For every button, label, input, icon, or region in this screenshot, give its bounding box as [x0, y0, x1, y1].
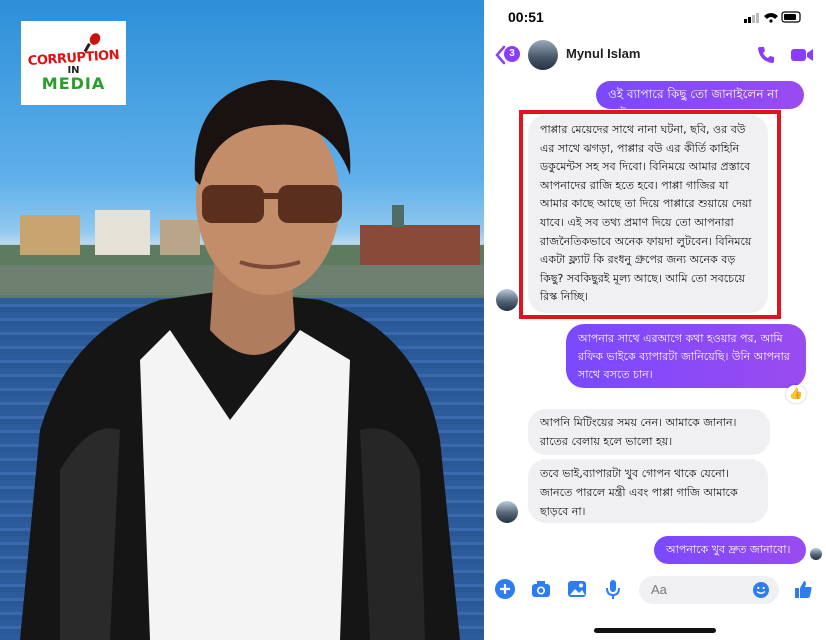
corruption-in-media-logo: CORRUPTION IN MEDIA: [21, 21, 126, 105]
message-input-placeholder: Aa: [651, 582, 667, 597]
contact-avatar-small: [496, 289, 518, 311]
contact-avatar[interactable]: [528, 40, 558, 70]
status-bar: 00:51: [484, 0, 826, 32]
contact-name[interactable]: Mynul Islam: [566, 46, 640, 61]
logo-line-3: MEDIA: [41, 74, 106, 93]
messenger-screen: 00:51 3 Mynul Islam ওই ব্যাপারে কিছু তো …: [484, 0, 826, 640]
message-outgoing[interactable]: আপনাকে খুব দ্রুত জানাবো।: [654, 536, 806, 564]
status-icons: [744, 11, 801, 23]
highlight-box: [519, 110, 781, 319]
home-indicator: [594, 628, 716, 633]
phone-call-icon[interactable]: [756, 45, 776, 65]
microphone-icon[interactable]: [602, 578, 624, 600]
message-outgoing[interactable]: আপনার সাথে এরআগে কথা হওয়ার পর, আমি রফিক…: [566, 324, 806, 388]
emoji-icon[interactable]: [752, 581, 770, 599]
plus-icon[interactable]: [494, 578, 516, 600]
message-incoming[interactable]: আপনি মিটিংয়ের সময় নেন। আমাকে জানান। রা…: [528, 409, 770, 455]
seen-avatar: [810, 548, 822, 560]
gallery-icon[interactable]: [566, 578, 588, 600]
message-incoming[interactable]: তবে ভাই,ব্যাপারটা খুব গোপন থাকে যেনো। জা…: [528, 459, 768, 523]
thumbs-up-icon[interactable]: [792, 578, 814, 600]
status-time: 00:51: [508, 9, 544, 25]
message-composer: Aa: [484, 570, 826, 610]
message-reaction: 👍: [786, 385, 806, 403]
conversation-header: 3 Mynul Islam: [484, 36, 826, 76]
unread-badge: 3: [504, 46, 520, 62]
video-call-icon[interactable]: [790, 46, 814, 64]
portrait-photo: CORRUPTION IN MEDIA: [0, 0, 484, 640]
camera-icon[interactable]: [530, 578, 552, 600]
message-outgoing[interactable]: ওই ব্যাপারে কিছু তো জানাইলেন না ভাই।: [596, 81, 804, 120]
contact-avatar-small: [496, 501, 518, 523]
